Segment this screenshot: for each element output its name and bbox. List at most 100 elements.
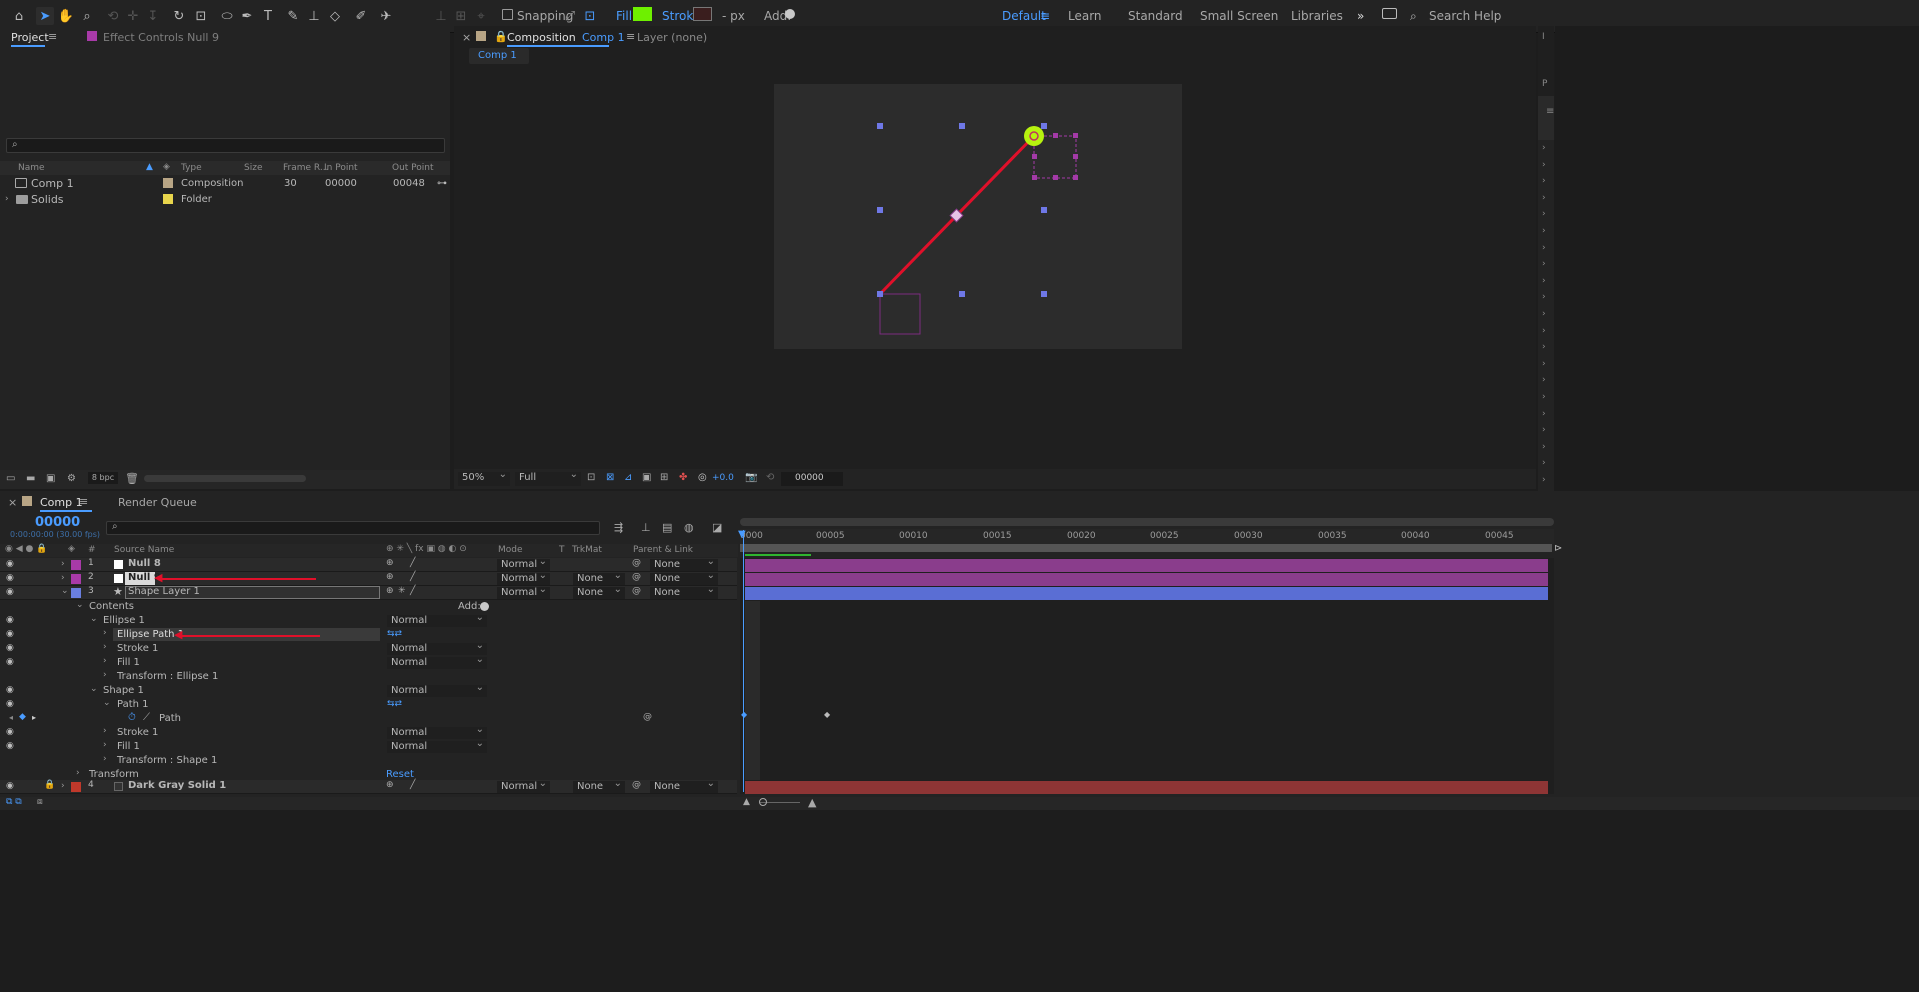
path1-label[interactable]: Path 1 — [117, 699, 149, 710]
reset-link[interactable]: Reset — [386, 769, 414, 780]
workspace-standard[interactable]: Standard — [1128, 9, 1183, 23]
layer-bar-null8[interactable] — [745, 559, 1548, 572]
twirl-expand-icon[interactable]: › — [76, 768, 80, 778]
pick-whip-icon[interactable]: @ — [632, 558, 641, 568]
frame-blending-icon[interactable]: ◍ — [684, 521, 694, 534]
snap-edge-icon[interactable]: ⤢ — [561, 7, 579, 25]
twirl-collapse-icon[interactable]: ⌄ — [90, 684, 98, 694]
pick-whip-icon[interactable]: @ — [632, 572, 641, 582]
fast-preview-icon[interactable]: ⊡ — [587, 472, 595, 483]
layer-bar-solid[interactable] — [745, 781, 1548, 794]
stopwatch-icon[interactable]: ⏱ — [128, 712, 136, 723]
visibility-eye-icon[interactable]: ◉ — [6, 657, 14, 667]
tab-menu-icon[interactable]: ≡ — [626, 30, 635, 43]
quality-switch-icon[interactable]: ╱ — [410, 558, 415, 568]
zoom-dropdown[interactable]: 50% — [458, 469, 510, 486]
add-menu-icon[interactable] — [785, 9, 795, 19]
stroke-label[interactable]: Stroke 1 — [117, 643, 158, 654]
item-label-swatch[interactable] — [163, 178, 173, 188]
pick-whip-icon[interactable]: @ — [643, 712, 652, 722]
keyframe-start-icon[interactable]: ◆ — [741, 710, 747, 719]
trkmat-dropdown[interactable]: None — [573, 584, 625, 599]
rotation-tool-icon[interactable]: ↻ — [170, 7, 188, 25]
twirl-expand-icon[interactable]: › — [103, 726, 107, 736]
twirl-expand-icon[interactable]: › — [103, 628, 107, 638]
time-ruler[interactable]: 0000 00005 00010 00015 00020 00025 00030… — [740, 529, 1554, 544]
twirl-collapse-icon[interactable]: ⌄ — [103, 698, 111, 708]
parent-dropdown[interactable]: None — [650, 778, 718, 793]
visibility-eye-icon[interactable]: ◉ — [6, 685, 14, 695]
workspace-layout-icon[interactable] — [1382, 8, 1397, 19]
twirl-collapse-icon[interactable]: ⌄ — [61, 586, 69, 596]
ellipse-blend-dropdown[interactable]: Normal — [387, 612, 487, 627]
visibility-eye-icon[interactable]: ◉ — [6, 727, 14, 737]
null-handle[interactable] — [1032, 175, 1037, 180]
project-item-solids[interactable]: › Solids Folder — [0, 192, 436, 207]
twirl-collapse-icon[interactable]: ⌄ — [76, 600, 84, 610]
column-out-point[interactable]: Out Point — [392, 163, 434, 173]
snap-grid-icon[interactable]: ⊡ — [581, 7, 599, 25]
local-axis-icon[interactable]: ⊥ — [432, 7, 450, 25]
parent-dropdown[interactable]: None — [650, 584, 718, 599]
lock-icon[interactable]: 🔒 — [494, 30, 508, 43]
interpret-footage-icon[interactable]: ▭ — [6, 473, 15, 484]
stroke-width-value[interactable]: - px — [722, 9, 745, 23]
fill-blend-dropdown[interactable]: Normal — [387, 738, 487, 753]
new-folder-icon[interactable]: ▬ — [26, 473, 35, 484]
twirl-expand-icon[interactable]: › — [5, 194, 9, 204]
clone-stamp-icon[interactable]: ⊥ — [305, 7, 323, 25]
shape-blend-dropdown[interactable]: Normal — [387, 682, 487, 697]
transform-handle[interactable] — [1041, 123, 1047, 129]
layer-name[interactable]: Shape Layer 1 — [128, 586, 200, 597]
null-handle[interactable] — [1053, 133, 1058, 138]
column-source-name[interactable]: Source Name — [114, 545, 174, 555]
new-composition-icon[interactable]: ▣ — [46, 473, 55, 484]
project-search-input[interactable]: ⌕ — [6, 138, 445, 153]
composition-flowchart-icon[interactable]: ⇶ — [614, 521, 623, 534]
twirl-expand-icon[interactable]: › — [103, 670, 107, 680]
trash-icon[interactable]: 🗑 — [125, 472, 139, 485]
selection-tool-icon[interactable]: ➤ — [36, 7, 54, 25]
label-tag-icon[interactable]: ◈ — [163, 162, 170, 172]
trkmat-dropdown[interactable]: None — [573, 778, 625, 793]
quality-switch-icon[interactable]: ╱ — [410, 572, 415, 582]
transform-handle[interactable] — [1041, 291, 1047, 297]
layer-row-null8[interactable]: ◉ › 1 Null 8 ⊕ ╱ Normal @ None — [0, 556, 737, 572]
transform-handle[interactable] — [1041, 207, 1047, 213]
puppet-pin-icon[interactable]: ✈ — [377, 7, 395, 25]
timeline-track-area[interactable]: ◆ ◆ — [740, 530, 1554, 794]
twirl-expand-icon[interactable]: › — [103, 740, 107, 750]
close-tab-icon[interactable]: × — [8, 496, 17, 509]
twirl-expand-icon[interactable]: › — [103, 656, 107, 666]
work-area-bar[interactable] — [740, 544, 1552, 552]
transfer-controls-icon[interactable]: ⧈ — [37, 797, 43, 807]
tab-composition[interactable]: Composition — [507, 31, 576, 44]
visibility-eye-icon[interactable]: ◉ — [6, 699, 14, 709]
shy-layers-icon[interactable]: ▤ — [662, 521, 672, 534]
draft-3d-icon[interactable]: ⊥ — [641, 521, 651, 534]
add-content-icon[interactable] — [480, 602, 489, 611]
tab-composition-name[interactable]: Comp 1 — [582, 31, 625, 44]
layer-row-null9[interactable]: ◉ › 2 Null 9 ◀ ⊕ ╱ Normal None @ None — [0, 570, 737, 586]
region-of-interest-icon[interactable]: ▣ — [642, 472, 651, 483]
pen-tool-icon[interactable]: ✒ — [238, 7, 256, 25]
type-tool-icon[interactable]: T — [259, 7, 277, 25]
fill-color-swatch[interactable] — [633, 7, 652, 21]
tab-menu-icon[interactable]: ≡ — [48, 30, 57, 43]
pick-whip-icon[interactable]: @ — [632, 586, 641, 596]
collapse-switch-icon[interactable]: ✳ — [398, 586, 406, 596]
tab-layer-none[interactable]: Layer (none) — [637, 31, 707, 44]
layer-mode-dropdown[interactable]: Normal — [497, 778, 550, 793]
ellipse-tool-icon[interactable]: ⬭ — [218, 7, 236, 25]
layer-row-shape-layer1[interactable]: ◉ ⌄ 3 ★ Shape Layer 1 ⊕ ✳ ╱ Normal None … — [0, 584, 737, 600]
column-t[interactable]: T — [559, 545, 565, 555]
panel-menu-icon[interactable]: ≡ — [1546, 106, 1554, 117]
workspace-learn[interactable]: Learn — [1068, 9, 1102, 23]
resolution-dropdown[interactable]: Full — [515, 469, 581, 486]
path-property-label[interactable]: Path — [159, 713, 181, 724]
shy-switch-icon[interactable]: ⊕ — [386, 558, 394, 568]
tab-render-queue[interactable]: Render Queue — [118, 496, 197, 509]
grid-guide-icon[interactable]: ⊞ — [660, 472, 668, 483]
pan-camera-icon[interactable]: ✛ — [124, 7, 142, 25]
layer-name[interactable]: Dark Gray Solid 1 — [128, 780, 226, 791]
